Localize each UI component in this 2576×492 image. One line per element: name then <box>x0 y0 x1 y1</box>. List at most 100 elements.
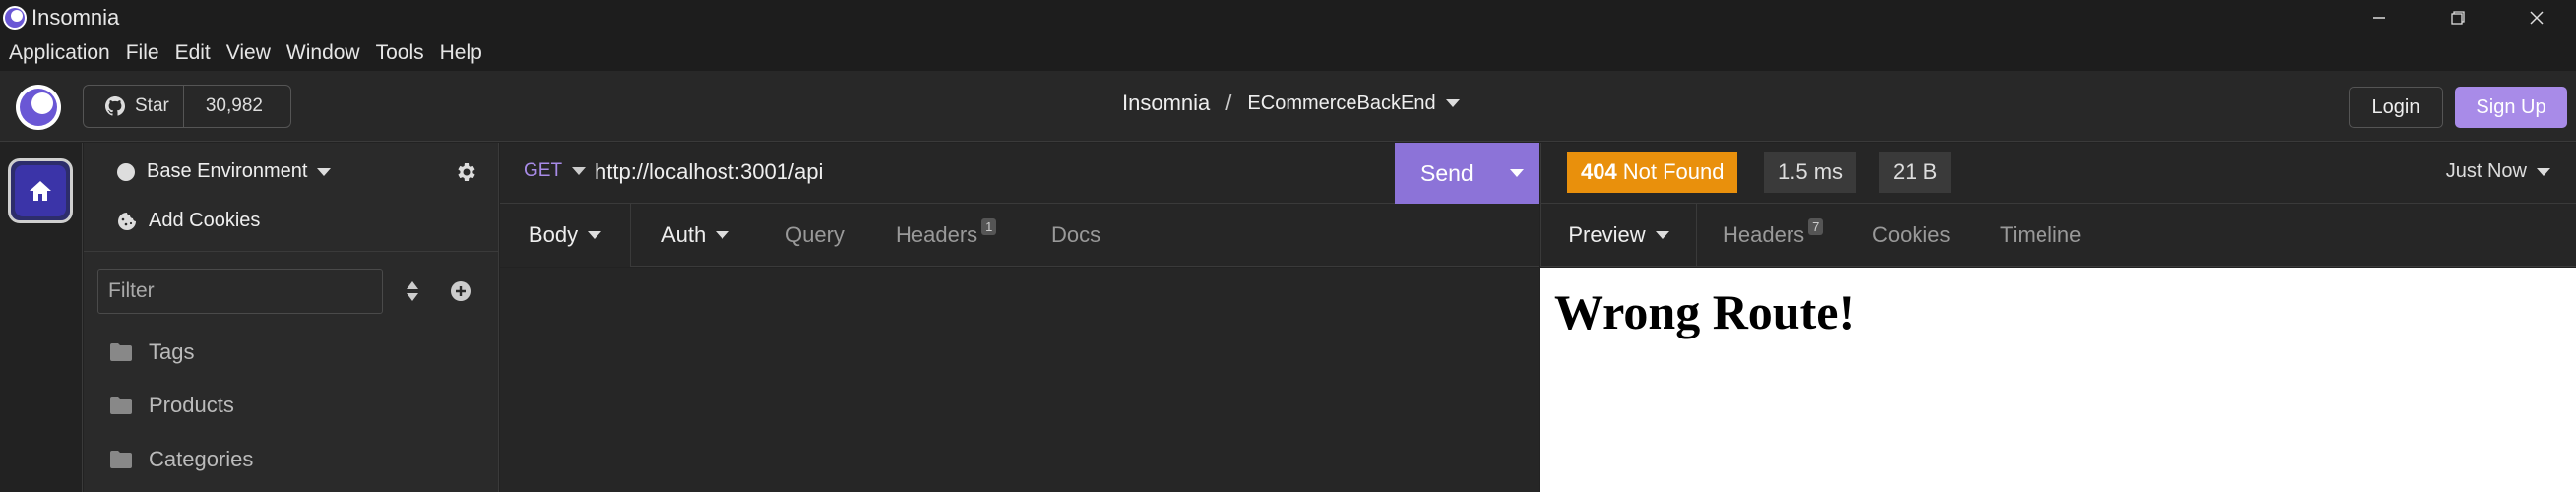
menu-application[interactable]: Application <box>0 41 118 65</box>
github-icon <box>105 96 125 116</box>
tab-auth[interactable]: Auth <box>661 204 730 267</box>
method-label: GET <box>524 160 563 181</box>
github-star[interactable]: Star <box>84 86 184 127</box>
sidebar-divider <box>84 251 499 252</box>
insomnia-logo-icon <box>3 6 27 30</box>
menu-view[interactable]: View <box>219 41 279 65</box>
folder-icon <box>110 451 132 468</box>
folder-label: Tags <box>149 339 195 364</box>
breadcrumb-separator: / <box>1225 91 1232 115</box>
window-title: Insomnia <box>31 5 120 30</box>
menu-window[interactable]: Window <box>279 41 368 65</box>
status-text: Not Found <box>1622 159 1725 184</box>
github-star-label: Star <box>135 95 169 116</box>
status-code: 404 <box>1581 159 1617 184</box>
restore-icon <box>2451 11 2465 25</box>
tab-headers[interactable]: Headers 1 <box>896 204 997 267</box>
app-header: Star 30,982 Insomnia / ECommerceBackEnd … <box>0 71 2576 142</box>
tab-response-headers-label: Headers <box>1723 222 1805 247</box>
login-button[interactable]: Login <box>2349 87 2443 128</box>
chevron-down-icon[interactable] <box>1445 99 1460 107</box>
add-cookies-label: Add Cookies <box>149 210 261 231</box>
folder-icon <box>110 343 132 361</box>
sidebar: Base Environment Add Cookies Tags Produc… <box>84 143 499 492</box>
folder-item[interactable]: Tags <box>109 339 194 365</box>
status-badge: 404 Not Found <box>1567 152 1738 193</box>
add-cookies-button[interactable]: Add Cookies <box>117 210 260 232</box>
breadcrumb-project[interactable]: Insomnia <box>1122 91 1210 116</box>
breadcrumb-document[interactable]: ECommerceBackEnd <box>1247 92 1435 115</box>
home-button[interactable] <box>8 158 73 223</box>
tab-body-label: Body <box>528 222 579 247</box>
folder-icon <box>110 397 132 414</box>
tab-docs[interactable]: Docs <box>1051 204 1100 267</box>
close-icon <box>2530 11 2544 25</box>
title-bar: Insomnia <box>0 0 2576 35</box>
home-icon <box>30 181 51 201</box>
restore-button[interactable] <box>2419 0 2497 35</box>
url-input[interactable] <box>595 154 1284 190</box>
filter-input[interactable] <box>97 269 383 314</box>
request-tabs: Body Auth Query Headers 1 Docs <box>500 204 1539 267</box>
chevron-down-icon <box>1655 231 1669 239</box>
response-tabs: Preview Headers 7 Cookies Timeline <box>1540 204 2576 267</box>
tab-query[interactable]: Query <box>785 204 845 267</box>
add-icon[interactable] <box>450 280 471 302</box>
chevron-down-icon <box>1510 169 1524 177</box>
environment-label: Base Environment <box>147 160 308 182</box>
headers-count-badge: 1 <box>981 217 997 235</box>
request-url-bar: GET Send <box>500 143 1539 204</box>
folder-item[interactable]: Products <box>109 393 234 418</box>
menu-bar: Application File Edit View Window Tools … <box>0 35 2576 71</box>
window-controls <box>2340 0 2576 35</box>
minimize-button[interactable] <box>2340 0 2419 35</box>
home-button-inner <box>15 165 66 216</box>
github-star-button[interactable]: Star 30,982 <box>83 85 291 128</box>
folder-item[interactable]: Categories <box>109 447 253 472</box>
environment-selector[interactable]: Base Environment <box>117 160 332 183</box>
sort-icon[interactable] <box>401 278 424 304</box>
response-history-dropdown[interactable]: Just Now <box>2446 160 2550 183</box>
chevron-down-icon <box>317 167 332 176</box>
request-body-editor[interactable] <box>500 268 1539 492</box>
gear-icon[interactable] <box>454 160 477 184</box>
tab-timeline[interactable]: Timeline <box>2000 204 2081 267</box>
github-star-count[interactable]: 30,982 <box>184 95 263 117</box>
tab-preview-label: Preview <box>1568 222 1646 247</box>
menu-tools[interactable]: Tools <box>368 41 432 65</box>
response-preview: Wrong Route! <box>1540 268 2576 492</box>
chevron-down-icon <box>2537 167 2550 176</box>
insomnia-brand-icon[interactable] <box>14 83 63 132</box>
menu-help[interactable]: Help <box>432 41 490 65</box>
send-button[interactable]: Send <box>1395 143 1539 204</box>
menu-edit[interactable]: Edit <box>167 41 219 65</box>
response-status-bar: 404 Not Found 1.5 ms 21 B Just Now <box>1540 143 2576 204</box>
environment-dot-icon <box>117 162 135 181</box>
method-selector[interactable]: GET <box>524 160 587 182</box>
response-time-badge: 1.5 ms <box>1764 152 1857 193</box>
close-button[interactable] <box>2497 0 2576 35</box>
chevron-down-icon <box>716 231 730 239</box>
tab-auth-label: Auth <box>661 222 707 247</box>
history-label: Just Now <box>2445 160 2527 182</box>
menu-file[interactable]: File <box>118 41 167 65</box>
minimize-icon <box>2373 17 2385 19</box>
cookie-icon <box>118 212 136 230</box>
breadcrumb: Insomnia / ECommerceBackEnd <box>1122 91 1460 116</box>
left-rail <box>0 143 83 492</box>
tab-headers-label: Headers <box>896 222 978 247</box>
signup-button[interactable]: Sign Up <box>2455 87 2567 128</box>
send-label: Send <box>1420 159 1474 186</box>
response-headers-count-badge: 7 <box>1808 217 1824 235</box>
send-options-button[interactable] <box>1494 143 1539 204</box>
tab-cookies[interactable]: Cookies <box>1872 204 1950 267</box>
preview-heading: Wrong Route! <box>1554 284 1855 339</box>
folder-label: Categories <box>149 447 254 471</box>
response-size-badge: 21 B <box>1879 152 1952 193</box>
tab-body[interactable]: Body <box>500 204 631 267</box>
folder-label: Products <box>149 393 234 417</box>
chevron-down-icon <box>572 167 587 175</box>
tab-response-headers[interactable]: Headers 7 <box>1723 204 1824 267</box>
tab-preview[interactable]: Preview <box>1541 204 1697 267</box>
chevron-down-icon <box>588 231 602 239</box>
